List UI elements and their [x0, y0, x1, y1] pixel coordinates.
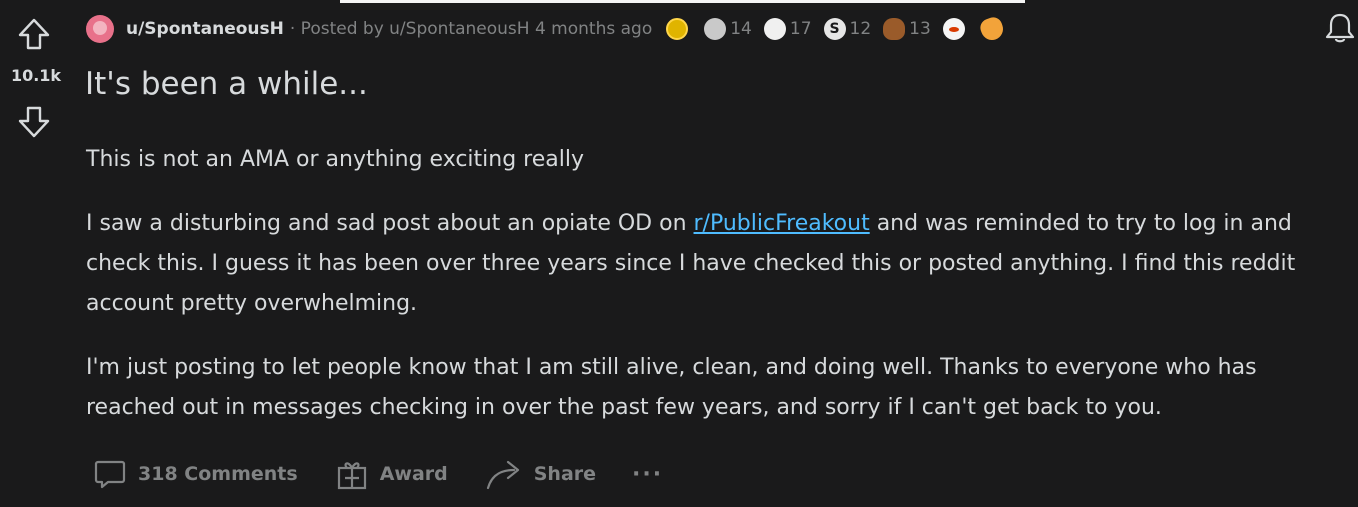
- award-s[interactable]: S 12: [823, 18, 872, 40]
- share-button[interactable]: Share: [484, 456, 596, 492]
- more-options-button[interactable]: ···: [632, 462, 663, 487]
- award-count: 14: [730, 19, 752, 39]
- award-gold[interactable]: [666, 18, 692, 40]
- downvote-arrow-icon[interactable]: [16, 104, 52, 140]
- award-label: Award: [379, 463, 448, 485]
- top-strip: [340, 0, 1025, 3]
- award-poop[interactable]: 13: [883, 18, 931, 40]
- share-label: Share: [533, 463, 597, 485]
- snoo-award-icon: [942, 18, 965, 40]
- posted-by-text: · Posted by u/SpontaneousH 4 months ago: [289, 19, 653, 39]
- gold-award-icon: [666, 18, 689, 40]
- award-snoo[interactable]: [942, 18, 969, 40]
- post-header: u/SpontaneousH · Posted by u/Spontaneous…: [86, 12, 1019, 46]
- silver-award-icon: [704, 18, 727, 40]
- award-silver[interactable]: 14: [704, 18, 752, 40]
- poop-award-icon: [883, 18, 906, 40]
- upvote-arrow-icon[interactable]: [16, 16, 52, 52]
- body-text: I saw a disturbing and sad post about an…: [86, 211, 694, 236]
- award-wholesome[interactable]: 17: [763, 18, 812, 40]
- hand-award-icon: [977, 14, 1006, 44]
- subreddit-link[interactable]: r/PublicFreakout: [694, 211, 870, 236]
- award-count: 13: [909, 19, 931, 39]
- vote-score: 10.1k: [10, 66, 62, 85]
- avatar[interactable]: [86, 15, 114, 43]
- wholesome-award-icon: [763, 18, 786, 40]
- share-icon: [486, 460, 519, 490]
- body-paragraph: I saw a disturbing and sad post about an…: [86, 204, 1346, 324]
- award-count: 12: [849, 19, 872, 39]
- gift-icon: [337, 462, 366, 490]
- comments-button[interactable]: 318 Comments: [92, 456, 298, 492]
- s-award-icon: S: [823, 18, 846, 40]
- post-actions: 318 Comments Award Share ···: [92, 456, 663, 492]
- body-paragraph: I'm just posting to let people know that…: [86, 355, 1257, 420]
- comments-label: 318 Comments: [138, 463, 298, 485]
- award-button[interactable]: Award: [334, 456, 448, 492]
- notification-bell-icon[interactable]: [1322, 10, 1358, 46]
- post-title[interactable]: It's been a while...: [85, 66, 368, 102]
- comment-icon: [94, 460, 126, 489]
- award-count: 17: [789, 19, 812, 39]
- post-body: This is not an AMA or anything exciting …: [86, 140, 1346, 452]
- author-link[interactable]: u/SpontaneousH: [126, 19, 284, 39]
- award-hand[interactable]: [977, 14, 1007, 44]
- body-paragraph: This is not an AMA or anything exciting …: [86, 147, 585, 172]
